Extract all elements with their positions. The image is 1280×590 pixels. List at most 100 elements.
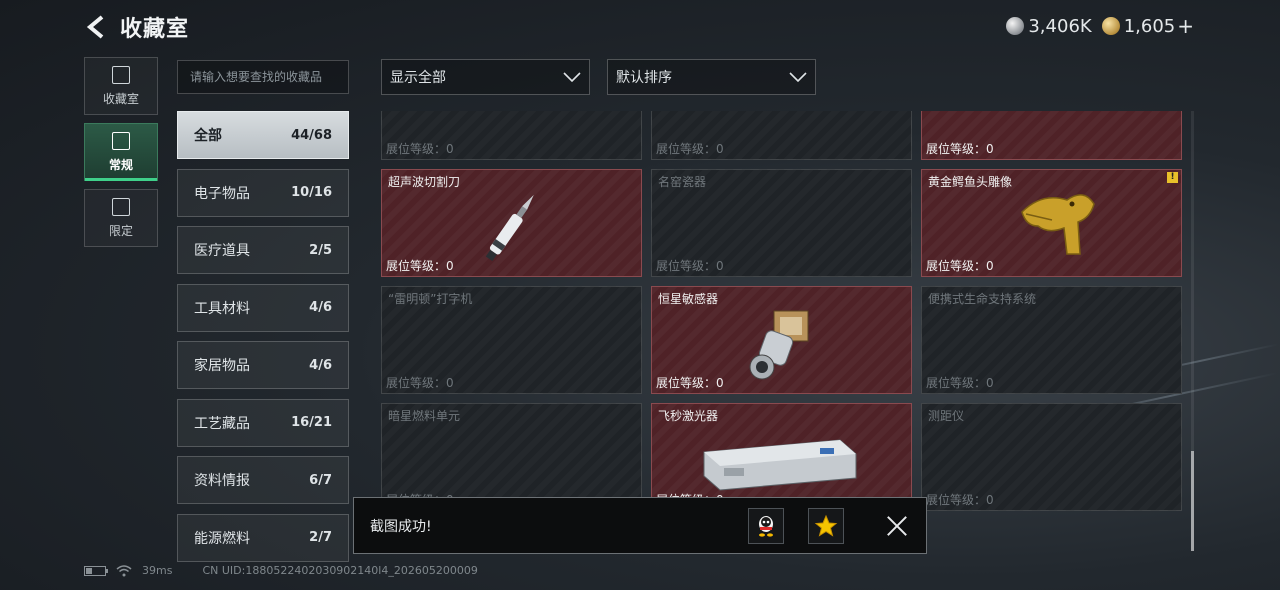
collection-card[interactable]: 展位等级：0 (921, 111, 1182, 160)
category-count: 4/6 (309, 300, 332, 315)
toast-message: 截图成功! (370, 518, 432, 535)
booth-level: 展位等级：0 (926, 259, 994, 273)
latency-text: 39ms (142, 564, 173, 577)
chevron-down-icon (789, 72, 807, 82)
dropdown-value: 默认排序 (616, 70, 672, 86)
display-filter-dropdown[interactable]: 显示全部 (381, 59, 590, 95)
silver-currency: 3,406K (1006, 15, 1092, 37)
booth-level: 展位等级：0 (386, 259, 454, 273)
item-name: 恒星敏感器 (658, 292, 719, 306)
share-qzone-button[interactable] (808, 507, 844, 544)
collection-card[interactable]: 暗星燃料单元展位等级：0 (381, 403, 642, 511)
category-list: 全部 44/68 电子物品 10/16 医疗道具 2/5 工具材料 4/6 家居… (177, 111, 349, 571)
rail-item-regular[interactable]: 常规 (84, 123, 158, 181)
limited-icon (112, 197, 130, 216)
category-household[interactable]: 家居物品 4/6 (177, 341, 349, 389)
booth-level: 展位等级：0 (926, 376, 994, 390)
category-label: 家居物品 (194, 358, 250, 374)
category-count: 2/7 (309, 530, 332, 545)
gold-amount: 1,605 (1123, 15, 1176, 37)
laser-item-image (703, 439, 857, 491)
item-name: 名窑瓷器 (658, 175, 707, 189)
scrollbar-thumb[interactable] (1191, 451, 1194, 551)
collection-card[interactable]: “雷明顿”打字机 展位等级：0 (381, 286, 642, 394)
booth-level: 展位等级：0 (926, 493, 994, 507)
item-name: 黄金鳄鱼头雕像 (928, 175, 1013, 189)
grid-scrollbar[interactable] (1191, 111, 1194, 551)
chevron-down-icon (563, 72, 581, 82)
collection-room-icon (112, 65, 130, 84)
status-bar: 39ms CN UID:1880522402030902140l4_202605… (84, 564, 478, 577)
back-arrow-icon[interactable] (84, 13, 108, 41)
regular-icon (112, 131, 130, 150)
category-count: 16/21 (291, 415, 332, 430)
booth-level: 展位等级：0 (386, 376, 454, 390)
booth-level: 展位等级：0 (656, 376, 724, 390)
category-electronics[interactable]: 电子物品 10/16 (177, 168, 349, 217)
qzone-star-icon (814, 514, 838, 537)
header: 收藏室 (84, 10, 189, 44)
item-name: 测距仪 (928, 409, 965, 423)
category-intel[interactable]: 资料情报 6/7 (177, 456, 349, 504)
page-title: 收藏室 (120, 17, 190, 42)
add-currency-button[interactable]: + (1177, 14, 1194, 38)
rail-item-label: 常规 (108, 157, 133, 172)
item-name: “雷明顿”打字机 (388, 292, 473, 306)
wifi-icon (116, 564, 132, 576)
collection-card[interactable]: 展位等级：0 (651, 111, 912, 160)
collection-grid: 展位等级：0 展位等级：0 展位等级：0 超声波切割刀 展位等级：0 名窑瓷器 展位等级：0… (381, 111, 1183, 551)
search-input[interactable] (177, 60, 349, 94)
silver-amount: 3,406K (1028, 15, 1092, 37)
close-icon[interactable] (884, 513, 910, 539)
item-name: 超声波切割刀 (388, 175, 461, 189)
gold-currency[interactable]: 1,605 + (1101, 14, 1194, 38)
collection-card[interactable]: 展位等级：0 (381, 111, 642, 160)
booth-level: 展位等级：0 (386, 142, 454, 156)
screenshot-toast: 截图成功! (353, 497, 927, 554)
item-name: 暗星燃料单元 (388, 409, 461, 423)
category-crafts[interactable]: 工艺藏品 16/21 (177, 398, 349, 447)
rail-item-collection-room[interactable]: 收藏室 (84, 57, 158, 115)
side-rail: 收藏室 常规 限定 (84, 57, 158, 255)
booth-level: 展位等级：0 (656, 142, 724, 156)
category-count: 6/7 (309, 472, 332, 488)
category-label: 资料情报 (194, 473, 250, 489)
item-name: 飞秒激光器 (658, 409, 719, 423)
collection-card[interactable]: 黄金鳄鱼头雕像 展位等级：0! (921, 169, 1182, 277)
battery-icon (84, 565, 108, 576)
booth-level: 展位等级：0 (926, 142, 994, 156)
qq-penguin-icon (759, 515, 773, 537)
item-name: 便携式生命支持系统 (928, 292, 1037, 306)
collection-card[interactable]: 恒星敏感器展位等级：0 (651, 286, 912, 394)
silver-coin-icon (1006, 17, 1025, 35)
category-energy[interactable]: 能源燃料 2/7 (177, 513, 349, 562)
category-count: 10/16 (291, 185, 332, 200)
knife-item-image (485, 194, 534, 262)
currency-bar: 3,406K 1,605 + (1006, 14, 1194, 38)
rail-item-limited[interactable]: 限定 (84, 189, 158, 247)
share-qq-button[interactable] (748, 507, 784, 544)
category-label: 医疗道具 (194, 243, 250, 259)
category-label: 电子物品 (194, 185, 250, 202)
alert-badge-icon: ! (1167, 172, 1178, 183)
collection-card[interactable]: 名窑瓷器展位等级：0 (651, 169, 912, 277)
collection-card[interactable]: 测距仪展位等级：0 (921, 403, 1182, 511)
rail-item-label: 收藏室 (102, 91, 139, 106)
croc-item-image (1021, 194, 1095, 255)
rail-item-label: 限定 (108, 223, 133, 238)
category-count: 2/5 (309, 242, 332, 258)
category-all[interactable]: 全部 44/68 (177, 111, 349, 159)
category-label: 能源燃料 (194, 530, 250, 547)
dropdown-value: 显示全部 (390, 70, 446, 86)
collection-card[interactable]: 超声波切割刀 展位等级：0 (381, 169, 642, 277)
collection-card[interactable]: 飞秒激光器展位等级：0 (651, 403, 912, 511)
sensor-item-image (749, 310, 809, 380)
category-tools[interactable]: 工具材料 4/6 (177, 283, 349, 332)
category-label: 工具材料 (194, 300, 250, 317)
collection-card[interactable]: 便携式生命支持系统 展位等级：0 (921, 286, 1182, 394)
category-medical[interactable]: 医疗道具 2/5 (177, 226, 349, 274)
booth-level: 展位等级：0 (656, 259, 724, 273)
category-count: 4/6 (309, 357, 332, 373)
category-label: 全部 (194, 128, 222, 144)
sort-dropdown[interactable]: 默认排序 (607, 59, 816, 95)
